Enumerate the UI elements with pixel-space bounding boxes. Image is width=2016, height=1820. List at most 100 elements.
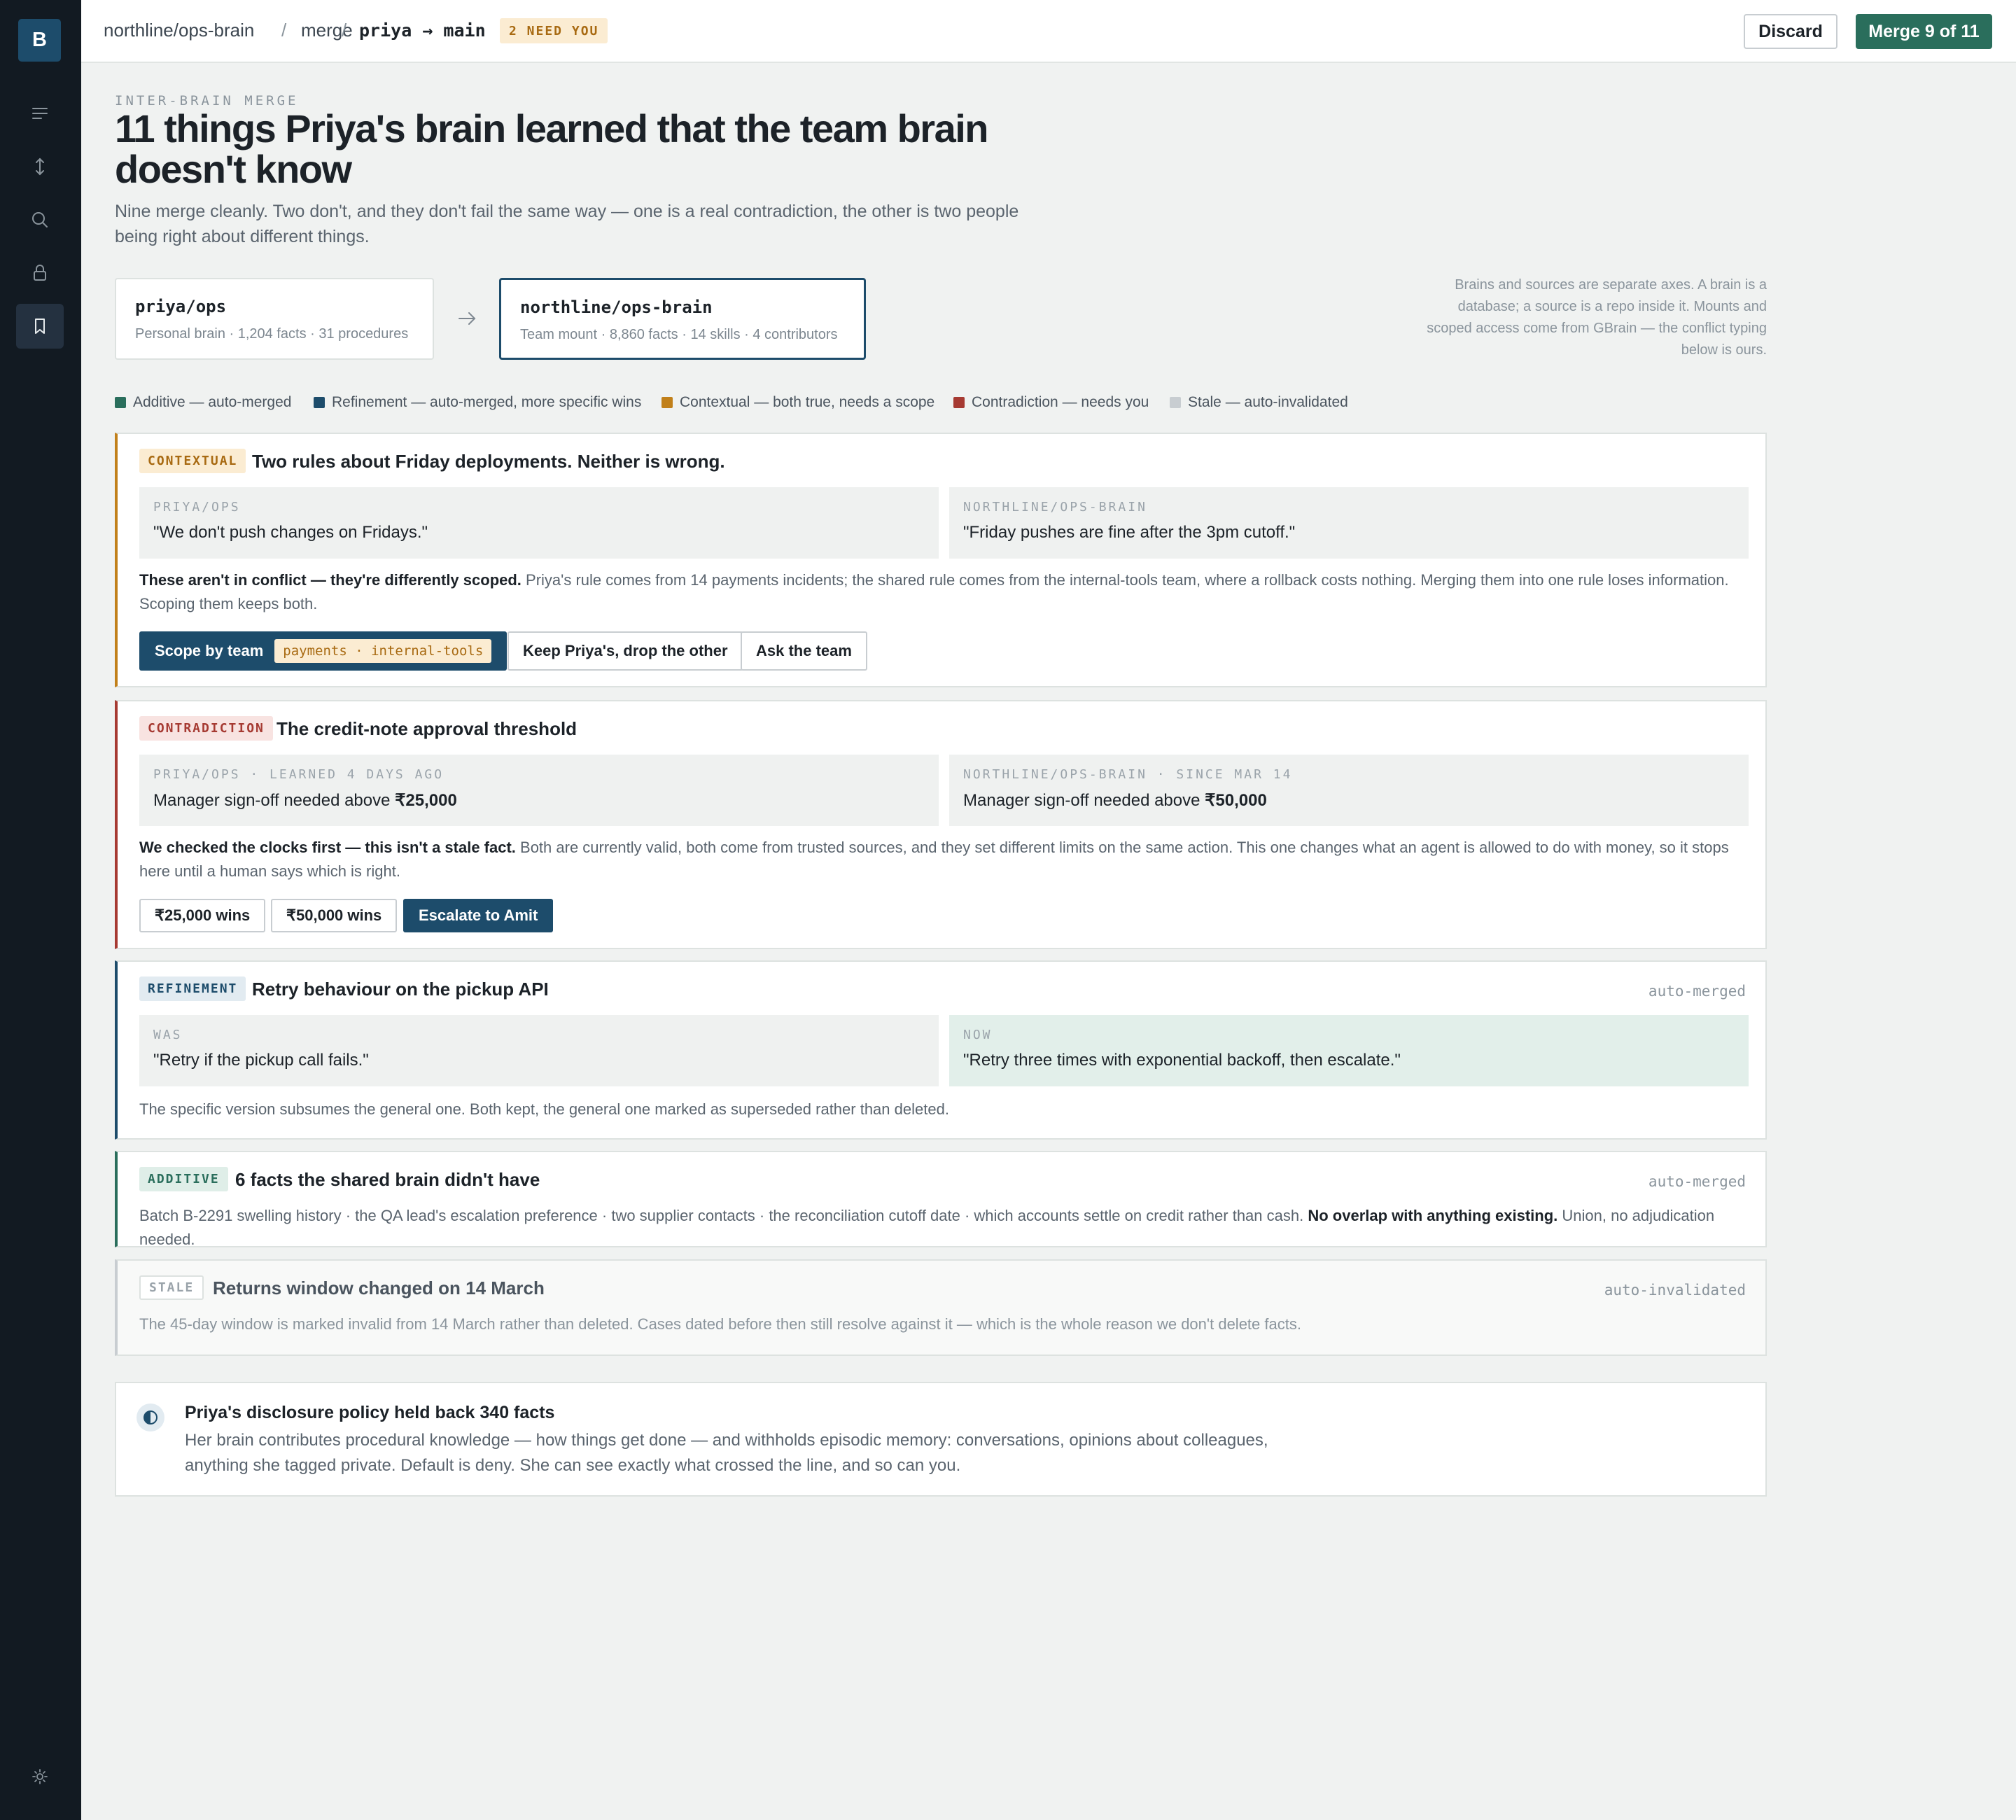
card-explanation: These aren't in conflict — they're diffe… <box>139 568 1742 616</box>
quote-text: "Friday pushes are fine after the 3pm cu… <box>963 523 1296 542</box>
list-icon <box>32 108 48 119</box>
quote-label: PRIYA/OPS <box>153 500 241 514</box>
sidebar-bookmark-button[interactable] <box>16 304 64 349</box>
legend-contextual: Contextual — both true, needs a scope <box>662 394 934 411</box>
ask-the-team-button[interactable]: Ask the team <box>741 631 867 671</box>
contradiction-card: CONTRADICTION The credit-note approval t… <box>115 700 1767 949</box>
target-brain-card[interactable]: northline/ops-brain Team mount · 8,860 f… <box>499 278 866 360</box>
was-quote: WAS "Retry if the pickup call fails." <box>139 1015 939 1086</box>
arrow-right-icon <box>458 312 476 325</box>
breadcrumb-repo[interactable]: northline/ops-brain <box>104 20 254 41</box>
stale-tag: STALE <box>139 1275 204 1300</box>
legend-contradiction: Contradiction — needs you <box>953 394 1149 411</box>
card-explanation: We checked the clocks first — this isn't… <box>139 836 1742 883</box>
merge-arrows-icon <box>36 158 44 176</box>
source-brain-meta: Personal brain · 1,204 facts · 31 proced… <box>135 326 409 342</box>
auto-invalidated-status: auto-invalidated <box>1604 1282 1746 1298</box>
branch-label: priya → main <box>359 20 486 41</box>
keep-priyas-button[interactable]: Keep Priya's, drop the other <box>507 631 743 671</box>
app-logo[interactable]: B <box>18 19 61 62</box>
stale-card: STALE Returns window changed on 14 March… <box>115 1259 1767 1356</box>
legend-label: Refinement — auto-merged, more specific … <box>332 394 642 410</box>
sidebar-search-button[interactable] <box>16 197 64 242</box>
legend-swatch-stale <box>1170 397 1181 408</box>
auto-merged-status: auto-merged <box>1648 983 1746 1000</box>
explanation-strong: No overlap with anything existing. <box>1308 1207 1558 1224</box>
card-title: Returns window changed on 14 March <box>213 1278 545 1298</box>
now-quote: NOW "Retry three times with exponential … <box>949 1015 1749 1086</box>
target-brain-name: northline/ops-brain <box>520 298 713 317</box>
refinement-tag: REFINEMENT <box>139 976 246 1001</box>
settings-sun-icon <box>32 1769 48 1784</box>
card-explanation: Batch B-2291 swelling history · the QA l… <box>139 1204 1742 1252</box>
auto-merged-status: auto-merged <box>1648 1173 1746 1190</box>
quote-text: "We don't push changes on Fridays." <box>153 523 428 542</box>
disclosure-text: Her brain contributes procedural knowled… <box>185 1431 1268 1475</box>
25000-wins-button[interactable]: ₹25,000 wins <box>139 899 266 932</box>
legend-swatch-contradiction <box>953 397 965 408</box>
source-quote: PRIYA/OPS "We don't push changes on Frid… <box>139 487 939 559</box>
legend-stale: Stale — auto-invalidated <box>1170 394 1348 411</box>
half-circle-icon <box>136 1404 164 1432</box>
additive-card: ADDITIVE 6 facts the shared brain didn't… <box>115 1151 1767 1248</box>
additive-tag: ADDITIVE <box>139 1167 228 1191</box>
quote-label: NORTHLINE/OPS-BRAIN <box>963 500 1147 514</box>
card-title: Retry behaviour on the pickup API <box>252 979 549 1000</box>
lock-icon <box>34 265 46 281</box>
explanation-strong: We checked the clocks first — this isn't… <box>139 839 516 856</box>
contextual-card: CONTEXTUAL Two rules about Friday deploy… <box>115 433 1767 687</box>
scope-by-team-button[interactable]: Scope by team payments · internal-tools <box>139 631 507 671</box>
target-quote: NORTHLINE/OPS-BRAIN · SINCE MAR 14 Manag… <box>949 755 1749 826</box>
explanation-text: Batch B-2291 swelling history · the QA l… <box>139 1207 1308 1224</box>
sidebar-lock-button[interactable] <box>16 251 64 295</box>
card-title: Two rules about Friday deployments. Neit… <box>252 451 725 472</box>
escalate-button[interactable]: Escalate to Amit <box>403 899 554 932</box>
sidebar-settings-button[interactable] <box>16 1754 64 1799</box>
target-brain-meta: Team mount · 8,860 facts · 14 skills · 4… <box>520 327 838 342</box>
quote-text: "Retry three times with exponential back… <box>963 1051 1401 1070</box>
breadcrumb-separator-2: / <box>342 20 347 41</box>
card-title: 6 facts the shared brain didn't have <box>235 1169 540 1190</box>
legend-swatch-additive <box>115 397 126 408</box>
card-explanation: The specific version subsumes the genera… <box>139 1100 949 1118</box>
source-quote: PRIYA/OPS · LEARNED 4 DAYS AGO Manager s… <box>139 755 939 826</box>
page-title: 11 things Priya's brain learned that the… <box>115 106 989 191</box>
source-brain-card[interactable]: priya/ops Personal brain · 1,204 facts ·… <box>115 278 434 360</box>
legend-label: Stale — auto-invalidated <box>1188 394 1348 410</box>
need-you-badge: 2 NEED YOU <box>500 18 608 43</box>
discard-button[interactable]: Discard <box>1744 14 1837 49</box>
legend-label: Additive — auto-merged <box>133 394 292 410</box>
quote-label: NOW <box>963 1028 993 1042</box>
contradiction-tag: CONTRADICTION <box>139 716 273 741</box>
sidebar-list-button[interactable] <box>16 91 64 136</box>
legend-swatch-refinement <box>314 397 325 408</box>
bookmark-icon <box>35 318 45 334</box>
sidebar: B <box>0 0 81 1820</box>
page-subtitle: Nine merge cleanly. Two don't, and they … <box>115 202 1019 246</box>
search-icon <box>32 212 48 227</box>
legend-label: Contextual — both true, needs a scope <box>680 394 935 410</box>
quote-label: NORTHLINE/OPS-BRAIN · SINCE MAR 14 <box>963 767 1293 782</box>
legend-additive: Additive — auto-merged <box>115 394 291 411</box>
source-brain-name: priya/ops <box>135 297 227 316</box>
scope-chip[interactable]: payments · internal-tools <box>274 639 492 663</box>
disclosure-title: Priya's disclosure policy held back 340 … <box>185 1403 555 1422</box>
quote-prefix: Manager sign-off needed above <box>153 791 396 810</box>
merge-button[interactable]: Merge 9 of 11 <box>1856 14 1992 49</box>
legend-swatch-contextual <box>662 397 673 408</box>
sidebar-merge-button[interactable] <box>16 144 64 189</box>
legend-label: Contradiction — needs you <box>972 394 1149 410</box>
quote-prefix: Manager sign-off needed above <box>963 791 1205 810</box>
threshold-value: ₹25,000 <box>395 791 457 810</box>
contextual-tag: CONTEXTUAL <box>139 449 246 473</box>
card-title: The credit-note approval threshold <box>276 718 578 739</box>
breadcrumb-separator: / <box>281 20 287 41</box>
quote-label: PRIYA/OPS · LEARNED 4 DAYS AGO <box>153 767 444 782</box>
legend-refinement: Refinement — auto-merged, more specific … <box>314 394 641 411</box>
50000-wins-button[interactable]: ₹50,000 wins <box>271 899 398 932</box>
quote-label: WAS <box>153 1028 183 1042</box>
disclosure-panel: Priya's disclosure policy held back 340 … <box>115 1382 1767 1497</box>
refinement-card: REFINEMENT Retry behaviour on the pickup… <box>115 960 1767 1140</box>
card-explanation: The 45-day window is marked invalid from… <box>139 1315 1301 1333</box>
top-bar: northline/ops-brain / merge / priya → ma… <box>81 0 2016 63</box>
